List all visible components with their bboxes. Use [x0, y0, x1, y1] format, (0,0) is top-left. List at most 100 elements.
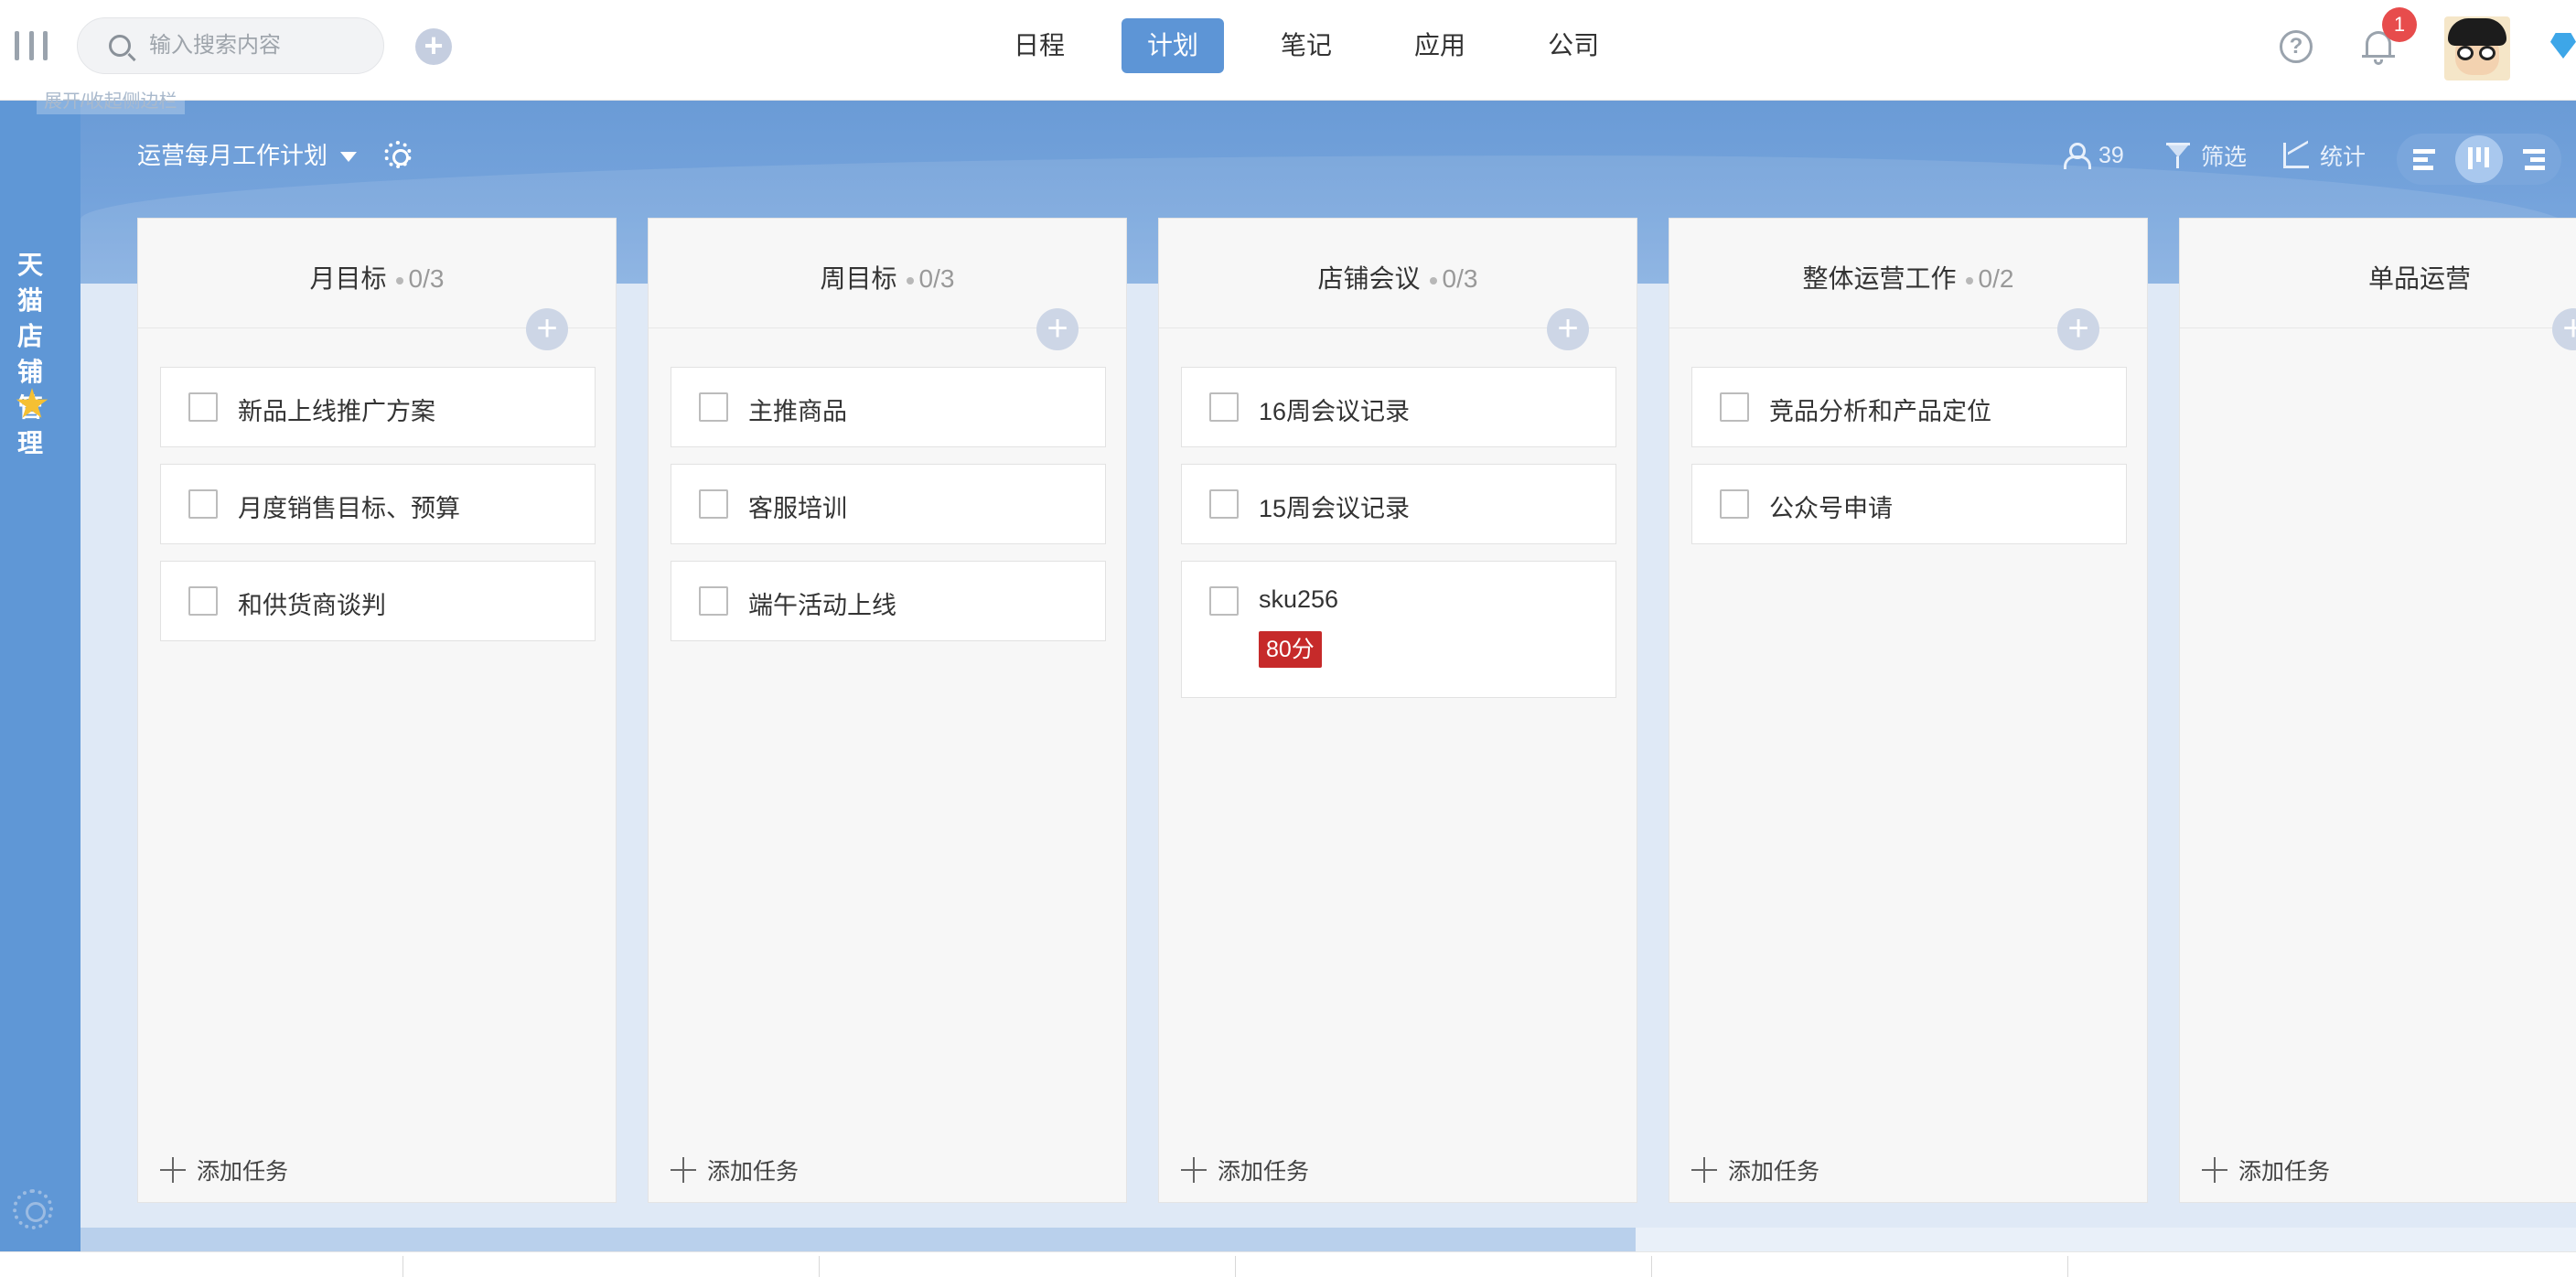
add-task-label: 添加任务	[197, 1159, 289, 1185]
task-card[interactable]: 和供货商谈判	[160, 561, 596, 641]
task-checkbox[interactable]	[699, 392, 728, 422]
task-card[interactable]: sku256 80分	[1181, 561, 1616, 698]
column-count: 0/3	[918, 264, 955, 293]
task-checkbox[interactable]	[188, 586, 218, 616]
plus-icon	[2202, 1157, 2227, 1183]
task-title: 客服培训	[748, 495, 847, 522]
search-input[interactable]	[149, 27, 369, 64]
add-task-icon[interactable]: +	[526, 308, 568, 350]
task-title: 主推商品	[748, 398, 847, 425]
score-badge: 80分	[1259, 631, 1322, 668]
task-checkbox[interactable]	[188, 392, 218, 422]
chart-icon	[2283, 143, 2309, 168]
settings-icon[interactable]	[384, 141, 412, 168]
add-task-icon[interactable]: +	[2057, 308, 2099, 350]
task-card[interactable]: 公众号申请	[1691, 464, 2127, 544]
members-button[interactable]: 39	[2064, 137, 2124, 174]
add-icon[interactable]: +	[415, 28, 452, 65]
task-title: 月度销售目标、预算	[238, 495, 460, 522]
task-checkbox[interactable]	[699, 586, 728, 616]
task-card[interactable]: 主推商品	[671, 367, 1106, 447]
task-card[interactable]: 15周会议记录	[1181, 464, 1616, 544]
nav-tab-notes[interactable]: 笔记	[1255, 18, 1358, 73]
nav-tab-company[interactable]: 公司	[1522, 18, 1625, 73]
main-nav: 日程 计划 笔记 应用 公司	[988, 18, 1625, 73]
caret-down-icon[interactable]	[340, 152, 357, 162]
add-task-button[interactable]: 添加任务	[671, 1154, 799, 1186]
separator-dot	[906, 276, 914, 284]
board-title[interactable]: 运营每月工作计划	[137, 137, 327, 171]
plus-icon	[1691, 1157, 1717, 1183]
notification-badge: 1	[2382, 7, 2417, 42]
add-task-label: 添加任务	[2238, 1159, 2331, 1185]
stats-label: 统计	[2320, 145, 2367, 170]
task-checkbox[interactable]	[1209, 392, 1239, 422]
add-task-button[interactable]: 添加任务	[1691, 1154, 1819, 1186]
column-title: 单品运营	[2367, 264, 2471, 293]
sidebar-toggle-tooltip: 展开/收起侧边栏	[37, 84, 185, 114]
nav-tab-plan[interactable]: 计划	[1122, 18, 1225, 73]
task-checkbox[interactable]	[188, 489, 218, 519]
diamond-icon[interactable]	[2550, 33, 2576, 59]
view-switcher	[2397, 134, 2561, 185]
task-checkbox[interactable]	[1209, 489, 1239, 519]
gantt-view-icon[interactable]	[2400, 135, 2448, 183]
task-card[interactable]: 新品上线推广方案	[160, 367, 596, 447]
task-card[interactable]: 端午活动上线	[671, 561, 1106, 641]
task-title: 公众号申请	[1769, 495, 1893, 522]
top-bar: + 日程 计划 笔记 应用 公司 ? 1	[0, 0, 2576, 101]
column-title: 周目标	[820, 264, 897, 293]
task-card[interactable]: 客服培训	[671, 464, 1106, 544]
add-task-icon[interactable]: +	[1547, 308, 1589, 350]
filter-label: 筛选	[2201, 145, 2248, 170]
avatar[interactable]	[2444, 16, 2510, 80]
member-count: 39	[2098, 142, 2124, 168]
kanban-view-icon[interactable]	[2455, 135, 2503, 183]
add-task-icon[interactable]: +	[1036, 308, 1079, 350]
task-title: 和供货商谈判	[238, 592, 386, 619]
task-title: 16周会议记录	[1259, 398, 1411, 425]
left-sidebar: 天猫店铺管理	[0, 101, 80, 1253]
column-count: 0/3	[408, 264, 445, 293]
task-title: 新品上线推广方案	[238, 398, 435, 425]
separator-dot	[1429, 276, 1437, 284]
task-card[interactable]: 月度销售目标、预算	[160, 464, 596, 544]
column-title: 整体运营工作	[1802, 264, 1957, 293]
task-card[interactable]: 竞品分析和产品定位	[1691, 367, 2127, 447]
task-checkbox[interactable]	[699, 489, 728, 519]
add-task-label: 添加任务	[1218, 1159, 1310, 1185]
stats-button[interactable]: 统计	[2283, 137, 2366, 174]
search-icon	[109, 35, 131, 57]
task-checkbox[interactable]	[1720, 489, 1749, 519]
column-count: 0/3	[1442, 264, 1478, 293]
separator-dot	[395, 276, 403, 284]
members-icon	[2064, 143, 2091, 169]
filter-button[interactable]: 筛选	[2166, 137, 2247, 174]
plus-icon	[1181, 1157, 1207, 1183]
add-task-button[interactable]: 添加任务	[2202, 1154, 2330, 1186]
list-view-icon[interactable]	[2510, 135, 2558, 183]
column-title: 月目标	[309, 264, 387, 293]
add-task-button[interactable]: 添加任务	[1181, 1154, 1309, 1186]
gear-icon[interactable]	[13, 1189, 53, 1229]
help-icon[interactable]: ?	[2280, 30, 2313, 63]
project-name[interactable]: 天猫店铺管理	[15, 247, 46, 461]
add-task-button[interactable]: 添加任务	[160, 1154, 288, 1186]
add-task-label: 添加任务	[1728, 1159, 1820, 1185]
add-task-label: 添加任务	[707, 1159, 800, 1185]
nav-tab-schedule[interactable]: 日程	[988, 18, 1090, 73]
search-box[interactable]	[77, 17, 384, 74]
column-monthly-goals: 月目标 0/3 + 新品上线推广方案 月度销售目标、预算 和供货商谈判 添加任务	[137, 218, 617, 1203]
column-store-meetings: 店铺会议 0/3 + 16周会议记录 15周会议记录 sku256 80分 添加任务	[1158, 218, 1637, 1203]
nav-tab-apps[interactable]: 应用	[1389, 18, 1491, 73]
column-overall-operations: 整体运营工作 0/2 + 竞品分析和产品定位 公众号申请 添加任务	[1669, 218, 2148, 1203]
menu-icon[interactable]	[15, 31, 48, 60]
horizontal-scrollbar-thumb[interactable]	[80, 1228, 1636, 1251]
task-card[interactable]: 16周会议记录	[1181, 367, 1616, 447]
plus-icon	[160, 1157, 186, 1183]
task-title: 15周会议记录	[1259, 495, 1411, 522]
separator-dot	[1965, 276, 1973, 284]
task-checkbox[interactable]	[1209, 586, 1239, 616]
task-checkbox[interactable]	[1720, 392, 1749, 422]
column-header: 单品运营	[2180, 219, 2576, 328]
